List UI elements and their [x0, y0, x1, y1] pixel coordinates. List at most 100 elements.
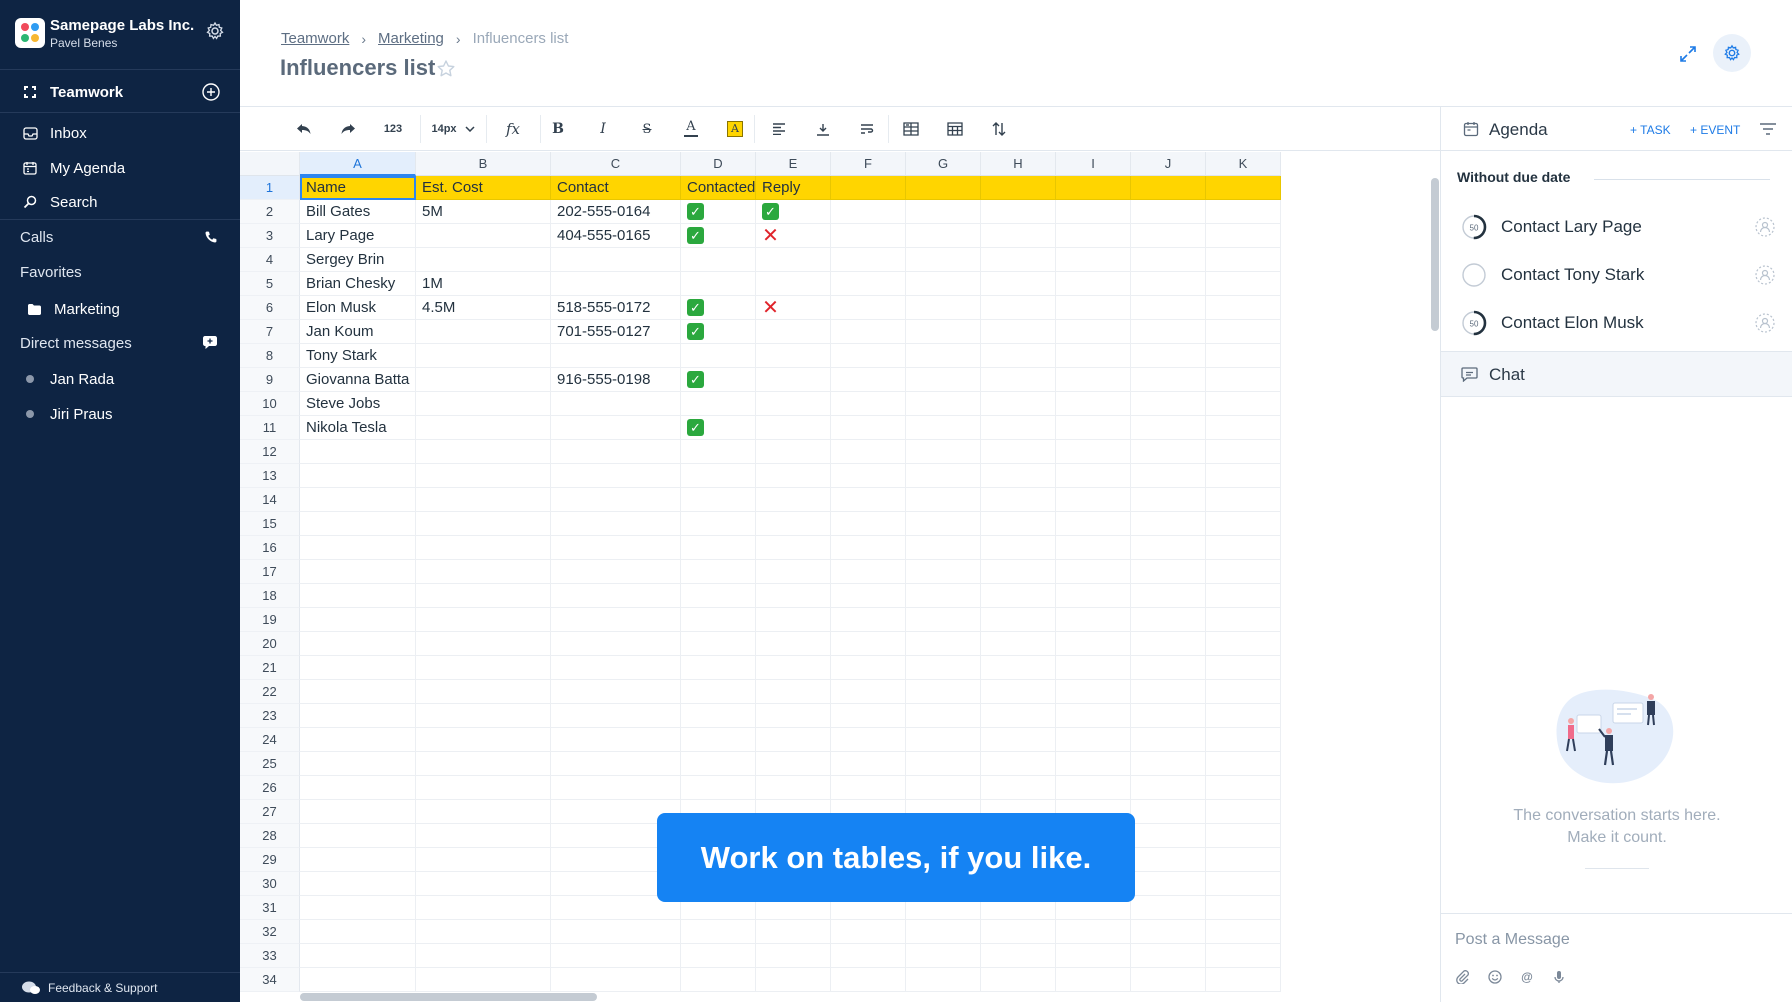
table-cell[interactable]: [906, 464, 981, 488]
table-cell[interactable]: [1056, 680, 1131, 704]
table-cell[interactable]: [1056, 656, 1131, 680]
fill-color-button[interactable]: A: [722, 117, 748, 141]
table-cell[interactable]: [300, 872, 416, 896]
row-header[interactable]: 1: [240, 176, 300, 200]
table-cell[interactable]: [906, 752, 981, 776]
table-cell[interactable]: [831, 512, 906, 536]
table-cell[interactable]: 1M: [416, 272, 551, 296]
header-cell[interactable]: Contacted: [681, 176, 756, 200]
row-header[interactable]: 26: [240, 776, 300, 800]
table-cell[interactable]: [681, 560, 756, 584]
table-cell[interactable]: [1056, 224, 1131, 248]
row-header[interactable]: 3: [240, 224, 300, 248]
table-cell[interactable]: [300, 608, 416, 632]
table-cell[interactable]: [906, 368, 981, 392]
table-cell[interactable]: [756, 272, 831, 296]
table-cell[interactable]: [416, 632, 551, 656]
table-cell[interactable]: [981, 320, 1056, 344]
table-cell[interactable]: [681, 344, 756, 368]
table-cell[interactable]: [981, 704, 1056, 728]
table-cell[interactable]: [1131, 368, 1206, 392]
table-cell[interactable]: [831, 656, 906, 680]
font-size-select[interactable]: 14px: [426, 117, 462, 141]
row-header[interactable]: 33: [240, 944, 300, 968]
table-cell[interactable]: [756, 440, 831, 464]
row-header[interactable]: 4: [240, 248, 300, 272]
table-cell[interactable]: [300, 680, 416, 704]
table-cell[interactable]: [1206, 560, 1281, 584]
table-cell[interactable]: [681, 656, 756, 680]
table-cell[interactable]: [1056, 320, 1131, 344]
table-cell[interactable]: [1131, 968, 1206, 992]
bold-button[interactable]: B: [545, 117, 571, 141]
row-header[interactable]: 29: [240, 848, 300, 872]
row-header[interactable]: 6: [240, 296, 300, 320]
strikethrough-button[interactable]: S: [634, 117, 660, 141]
table-cell[interactable]: 404-555-0165: [551, 224, 681, 248]
table-cell[interactable]: [981, 440, 1056, 464]
row-header[interactable]: 30: [240, 872, 300, 896]
table-cell[interactable]: [981, 536, 1056, 560]
table-cell[interactable]: [1056, 392, 1131, 416]
table-cell[interactable]: [1206, 344, 1281, 368]
table-cell[interactable]: [681, 704, 756, 728]
table-cell[interactable]: [906, 272, 981, 296]
table-cell[interactable]: [756, 488, 831, 512]
table-cell[interactable]: [1206, 368, 1281, 392]
table-cell[interactable]: [416, 776, 551, 800]
table-cell[interactable]: [981, 296, 1056, 320]
column-header[interactable]: F: [831, 152, 906, 176]
table-cell[interactable]: [831, 680, 906, 704]
column-header[interactable]: E: [756, 152, 831, 176]
table-cell[interactable]: [416, 248, 551, 272]
table-cell[interactable]: [981, 200, 1056, 224]
table-cell[interactable]: [981, 512, 1056, 536]
table-cell[interactable]: [831, 968, 906, 992]
header-cell[interactable]: Contact: [551, 176, 681, 200]
redo-button[interactable]: [336, 117, 360, 141]
table-cell[interactable]: [1131, 608, 1206, 632]
table-cell[interactable]: [416, 704, 551, 728]
table-cell[interactable]: [906, 296, 981, 320]
table-cell[interactable]: [756, 536, 831, 560]
table-cell[interactable]: [300, 536, 416, 560]
table-cell[interactable]: [756, 656, 831, 680]
table-cell[interactable]: [906, 488, 981, 512]
breadcrumb-marketing[interactable]: Marketing: [378, 30, 444, 47]
calls-heading[interactable]: Calls: [20, 229, 53, 246]
table-cell[interactable]: [1206, 512, 1281, 536]
table-cell[interactable]: [300, 752, 416, 776]
table-cell[interactable]: [416, 848, 551, 872]
table-cell[interactable]: [300, 464, 416, 488]
header-cell[interactable]: [1131, 176, 1206, 200]
table-cell[interactable]: [981, 560, 1056, 584]
sort-button[interactable]: [986, 117, 1012, 141]
table-cell[interactable]: [1206, 896, 1281, 920]
table-cell[interactable]: [981, 368, 1056, 392]
header-cell[interactable]: [1206, 176, 1281, 200]
table-cell[interactable]: [1056, 200, 1131, 224]
row-header[interactable]: 34: [240, 968, 300, 992]
table-cell[interactable]: [1131, 800, 1206, 824]
table-cell[interactable]: [1206, 704, 1281, 728]
star-icon[interactable]: [436, 59, 456, 79]
table-cell[interactable]: [1131, 704, 1206, 728]
table-cell[interactable]: [831, 752, 906, 776]
table-cell[interactable]: [551, 440, 681, 464]
table-cell[interactable]: [831, 248, 906, 272]
table-cell[interactable]: [551, 752, 681, 776]
table-cell[interactable]: [416, 656, 551, 680]
table-cell[interactable]: [831, 632, 906, 656]
task-item[interactable]: 50 Contact Lary Page: [1441, 203, 1792, 251]
table-cell[interactable]: [1206, 944, 1281, 968]
table-cell[interactable]: [831, 320, 906, 344]
table-cell[interactable]: [681, 968, 756, 992]
table-cell[interactable]: [551, 344, 681, 368]
insert-column-button[interactable]: [898, 117, 924, 141]
row-header[interactable]: 8: [240, 344, 300, 368]
table-cell[interactable]: [981, 920, 1056, 944]
table-cell[interactable]: [1131, 320, 1206, 344]
table-cell[interactable]: [551, 512, 681, 536]
table-cell[interactable]: [551, 968, 681, 992]
chat-header[interactable]: Chat: [1441, 351, 1792, 397]
